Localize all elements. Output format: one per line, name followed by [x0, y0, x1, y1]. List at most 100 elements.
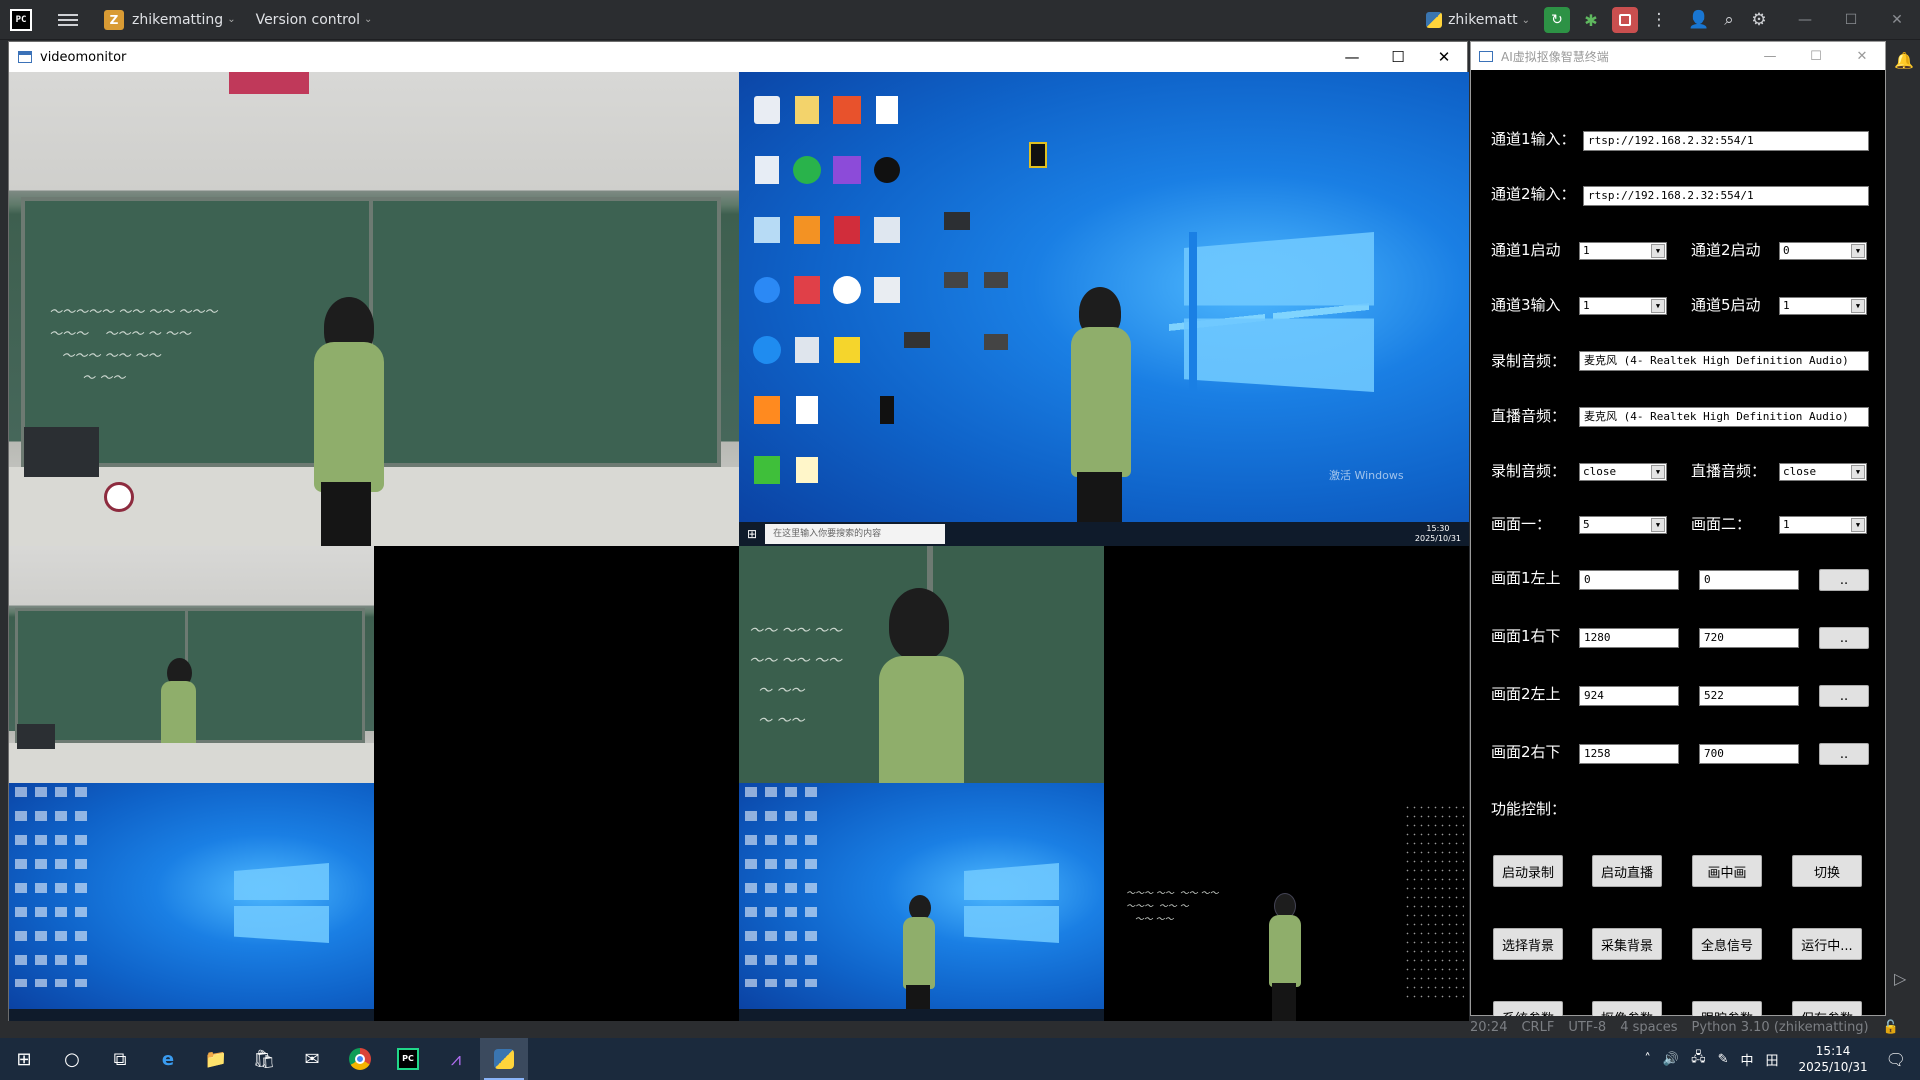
main-menu-icon[interactable]	[58, 13, 78, 26]
desktop-app-icon[interactable]	[753, 336, 781, 364]
video-file-icon[interactable]	[984, 334, 1008, 350]
rec-audio-field[interactable]: 麦克风 (4- Realtek High Definition Audio)	[1579, 351, 1869, 371]
desktop-app-icon[interactable]	[795, 96, 819, 124]
version-control-menu[interactable]: Version control	[256, 12, 360, 28]
file-explorer-icon[interactable]: 📁	[192, 1038, 240, 1080]
s1-bottomright-y-field[interactable]: 720	[1699, 628, 1799, 648]
more-icon[interactable]: ⋮	[1646, 7, 1672, 33]
run-panel-icon[interactable]: ▷	[1894, 969, 1906, 988]
desktop-app-icon[interactable]	[874, 157, 900, 183]
network-icon[interactable]: 🖧	[1691, 1048, 1706, 1070]
video-feed-empty[interactable]	[374, 546, 739, 783]
ide-minimize-button[interactable]: —	[1782, 0, 1828, 40]
minimize-button[interactable]: —	[1747, 42, 1793, 70]
pen-icon[interactable]: ✎	[1718, 1052, 1729, 1067]
desktop-app-icon[interactable]	[876, 96, 898, 124]
python-app-taskbar-icon[interactable]	[480, 1038, 528, 1080]
notifications-bell-icon[interactable]: 🔔	[1894, 51, 1914, 70]
desktop-app-icon[interactable]	[754, 277, 780, 303]
ch5-start-select[interactable]: 1 ▼	[1779, 297, 1867, 315]
rec-audio-select[interactable]: close ▼	[1579, 463, 1667, 481]
search-circle-icon[interactable]: ○	[48, 1038, 96, 1080]
dropdown-arrow-icon[interactable]: ▼	[1851, 299, 1865, 313]
desktop-app-icon[interactable]	[833, 96, 861, 124]
desktop-app-icon[interactable]	[754, 456, 780, 484]
desktop-app-icon[interactable]	[754, 396, 780, 424]
desktop-app-icon[interactable]	[834, 216, 860, 244]
running-button[interactable]: 运行中...	[1792, 928, 1862, 960]
add-user-icon[interactable]: 👤	[1686, 7, 1712, 33]
switch-button[interactable]: 切换	[1792, 855, 1862, 887]
settings-gear-icon[interactable]: ⚙	[1746, 7, 1772, 33]
s2-bottomright-pick-button[interactable]: ..	[1819, 743, 1869, 765]
minimize-button[interactable]: —	[1329, 42, 1375, 72]
indent-setting[interactable]: 4 spaces	[1620, 1020, 1677, 1035]
video-feed-classroom[interactable]: 〜〜〜〜〜 〜〜 〜〜 〜〜〜 〜〜〜 〜〜〜 〜 〜〜 〜〜〜 〜〜 〜〜 〜 …	[9, 72, 739, 546]
dropdown-arrow-icon[interactable]: ▼	[1851, 244, 1865, 258]
rerun-button[interactable]: ↻	[1544, 7, 1570, 33]
video-file-icon[interactable]	[944, 272, 968, 288]
s2-bottomright-x-field[interactable]: 1258	[1579, 744, 1679, 764]
cursor-position[interactable]: 20:24	[1470, 1020, 1507, 1035]
ide-close-button[interactable]: ✕	[1874, 0, 1920, 40]
video-feed-closeup[interactable]: 〜〜 〜〜 〜〜 〜〜 〜〜 〜〜 〜 〜〜 〜 〜〜	[739, 546, 1104, 783]
project-name[interactable]: zhikematting	[132, 12, 223, 28]
desktop-app-icon[interactable]	[755, 156, 779, 184]
video-file-icon[interactable]	[984, 272, 1008, 288]
python-interpreter[interactable]: Python 3.10 (zhikematting)	[1692, 1020, 1869, 1035]
debug-icon[interactable]: ✱	[1578, 7, 1604, 33]
desktop-app-icon[interactable]	[874, 217, 900, 243]
desktop-app-icon[interactable]	[795, 337, 819, 363]
ch2-start-select[interactable]: 0 ▼	[1779, 242, 1867, 260]
video-file-icon[interactable]	[944, 212, 970, 230]
live-audio-select[interactable]: close ▼	[1779, 463, 1867, 481]
video-feed-classroom-small[interactable]	[9, 546, 374, 783]
desktop-app-icon[interactable]	[874, 277, 900, 303]
maximize-button[interactable]: ☐	[1793, 42, 1839, 70]
run-config-selector[interactable]: zhikematt	[1448, 12, 1518, 28]
select-background-button[interactable]: 选择背景	[1493, 928, 1563, 960]
dropdown-arrow-icon[interactable]: ▼	[1851, 465, 1865, 479]
desktop-app-icon[interactable]	[880, 396, 894, 424]
s2-topleft-x-field[interactable]: 924	[1579, 686, 1679, 706]
ide-maximize-button[interactable]: ☐	[1828, 0, 1874, 40]
line-ending[interactable]: CRLF	[1521, 1020, 1554, 1035]
video-file-icon[interactable]	[904, 332, 930, 348]
store-icon[interactable]: 🛍	[240, 1038, 288, 1080]
live-audio-field[interactable]: 麦克风 (4- Realtek High Definition Audio)	[1579, 407, 1869, 427]
desktop-app-icon[interactable]	[833, 276, 861, 304]
lock-icon[interactable]: 🔓	[1883, 1020, 1899, 1035]
start-record-button[interactable]: 启动录制	[1493, 855, 1563, 887]
ch3-input-select[interactable]: 1 ▼	[1579, 297, 1667, 315]
ch1-input-field[interactable]: rtsp://192.168.2.32:554/1	[1583, 131, 1869, 151]
ch1-start-select[interactable]: 1 ▼	[1579, 242, 1667, 260]
desktop-app-icon[interactable]	[796, 457, 818, 483]
close-button[interactable]: ✕	[1421, 42, 1467, 72]
mail-icon[interactable]: ✉	[288, 1038, 336, 1080]
screen2-select[interactable]: 1 ▼	[1779, 516, 1867, 534]
remote-search-box[interactable]: 在这里输入你要搜索的内容	[765, 524, 946, 544]
volume-icon[interactable]: 🔊	[1663, 1052, 1679, 1067]
hologram-signal-button[interactable]: 全息信号	[1692, 928, 1762, 960]
edge-browser-icon[interactable]: e	[144, 1038, 192, 1080]
desktop-app-icon[interactable]	[754, 217, 780, 243]
desktop-app-icon[interactable]	[793, 156, 821, 184]
start-live-button[interactable]: 启动直播	[1592, 855, 1662, 887]
dropdown-arrow-icon[interactable]: ▼	[1651, 465, 1665, 479]
maximize-button[interactable]: ☐	[1375, 42, 1421, 72]
dropdown-arrow-icon[interactable]: ▼	[1651, 299, 1665, 313]
s2-topleft-y-field[interactable]: 522	[1699, 686, 1799, 706]
s1-bottomright-pick-button[interactable]: ..	[1819, 627, 1869, 649]
video-feed-desktop[interactable]: 激活 Windows ⊞ 在这里输入你要搜索的内容 15:30 2025/10/3…	[739, 72, 1469, 546]
desktop-app-icon[interactable]	[794, 216, 820, 244]
pip-button[interactable]: 画中画	[1692, 855, 1762, 887]
desktop-app-icon[interactable]	[794, 276, 820, 304]
taskbar-clock[interactable]: 15:14 2025/10/31	[1799, 1043, 1868, 1075]
video-feed-desktop-small[interactable]	[9, 783, 374, 1021]
task-view-icon[interactable]: ⧉	[96, 1038, 144, 1080]
dropdown-arrow-icon[interactable]: ▼	[1651, 518, 1665, 532]
close-button[interactable]: ✕	[1839, 42, 1885, 70]
matting-app-icon[interactable]: ⩘	[432, 1038, 480, 1080]
s1-topleft-y-field[interactable]: 0	[1699, 570, 1799, 590]
s1-topleft-x-field[interactable]: 0	[1579, 570, 1679, 590]
